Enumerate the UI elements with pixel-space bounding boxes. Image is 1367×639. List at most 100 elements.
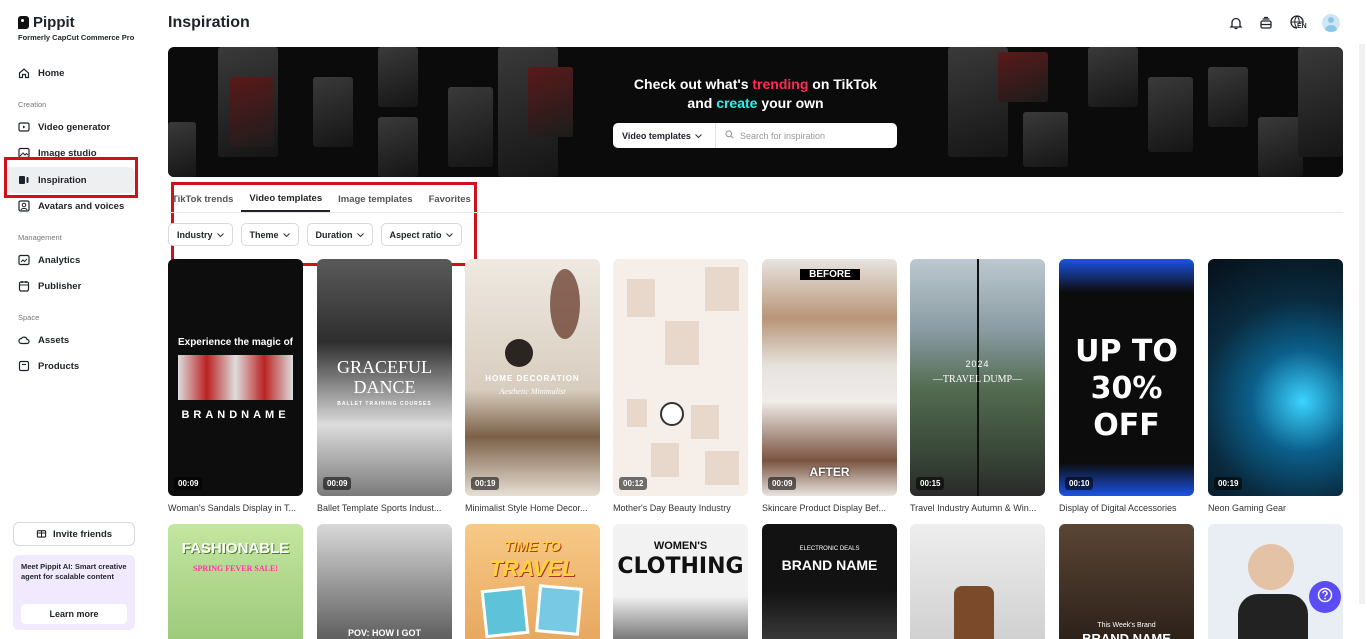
sidebar-item-label: Video generator (38, 121, 111, 133)
template-thumbnail: FASHIONABLE SPRING FEVER SALE! (168, 524, 303, 639)
template-card[interactable]: UP TO 30% OFF 00:10 Display of Digital A… (1059, 259, 1194, 513)
page-scrollbar[interactable] (1359, 44, 1365, 604)
brand-logo[interactable]: Pippit (18, 14, 75, 31)
template-card[interactable]: TIME TO TRAVEL (465, 524, 600, 639)
sidebar-item-label: Products (38, 360, 80, 372)
thumbnail-subtitle: SPRING FEVER SALE! (193, 564, 278, 573)
template-thumbnail: ELECTRONIC DEALS BRAND NAME (762, 524, 897, 639)
sidebar-item-avatars[interactable]: Avatars and voices (4, 193, 135, 219)
template-caption: Woman's Sandals Display in T... (168, 503, 296, 513)
filter-theme[interactable]: Theme (240, 223, 299, 246)
help-icon (1317, 587, 1333, 608)
template-card[interactable]: 2024 —TRAVEL DUMP— 00:15 Travel Industry… (910, 259, 1045, 513)
sidebar-item-publisher[interactable]: Publisher (4, 273, 135, 299)
thumbnail-subtitle: —TRAVEL DUMP— (932, 374, 1023, 385)
template-card[interactable]: 00:12 Mother's Day Beauty Industry (613, 259, 748, 513)
tab-video-templates[interactable]: Video templates (241, 186, 331, 212)
invite-friends-button[interactable]: Invite friends (13, 522, 135, 546)
user-avatar[interactable] (1322, 14, 1340, 32)
home-icon (18, 67, 30, 79)
duration-badge: 00:19 (1214, 477, 1243, 490)
sidebar-item-video-generator[interactable]: Video generator (4, 114, 135, 140)
template-card[interactable]: ELECTRONIC DEALS BRAND NAME (762, 524, 897, 639)
thumbnail-title: Experience the magic of (177, 337, 294, 348)
template-thumbnail: 00:12 (613, 259, 748, 496)
sidebar-item-label: Image studio (38, 147, 97, 159)
template-card[interactable]: 00:19 Neon Gaming Gear (1208, 259, 1343, 513)
headline-text: Check out what's (633, 76, 753, 92)
language-globe-icon[interactable]: EN (1288, 15, 1308, 31)
template-thumbnail: WOMEN'S CLOTHING (613, 524, 748, 639)
filter-duration[interactable]: Duration (306, 223, 373, 246)
section-label-space: Space (18, 313, 40, 322)
tab-tiktok-trends[interactable]: TikTok trends (168, 186, 241, 212)
template-caption: Minimalist Style Home Decor... (465, 503, 588, 513)
filter-aspect-ratio[interactable]: Aspect ratio (380, 223, 462, 246)
sidebar-item-label: Publisher (38, 280, 82, 292)
inbox-icon[interactable] (1258, 15, 1274, 31)
sidebar-item-analytics[interactable]: Analytics (4, 247, 135, 273)
section-label-management: Management (18, 233, 62, 242)
headline-text-3: and (687, 95, 717, 111)
template-card[interactable]: GRACEFUL DANCE BALLET TRAINING COURSES 0… (317, 259, 452, 513)
template-card[interactable]: BEFORE AFTER 00:09 Skincare Product Disp… (762, 259, 897, 513)
analytics-icon (18, 254, 30, 266)
headline-text-4: your own (757, 95, 824, 111)
template-caption: Neon Gaming Gear (1208, 503, 1287, 513)
learn-more-button[interactable]: Learn more (21, 604, 127, 624)
template-card[interactable]: FASHIONABLE SPRING FEVER SALE! (168, 524, 303, 639)
sidebar-item-label: Assets (38, 334, 70, 346)
sidebar-item-label: Analytics (38, 254, 81, 266)
thumbnail-subtitle: Aesthetic Minimalist (499, 387, 566, 396)
template-thumbnail: POV: HOW I GOT (317, 524, 452, 639)
sidebar-item-inspiration[interactable]: Inspiration (4, 167, 135, 193)
thumbnail-subtitle: TRAVEL (489, 556, 576, 581)
sidebar-item-assets[interactable]: Assets (4, 327, 135, 353)
filter-industry[interactable]: Industry (168, 223, 233, 246)
thumbnail-subtitle: BRAND NAME (781, 557, 878, 573)
duration-badge: 00:12 (619, 477, 648, 490)
template-thumbnail: HOME DECORATION Aesthetic Minimalist 00:… (465, 259, 600, 496)
duration-badge: 00:19 (471, 477, 500, 490)
template-thumbnail: BEFORE AFTER 00:09 (762, 259, 897, 496)
template-thumbnail: Experience the magic of BRANDNAME 00:09 (168, 259, 303, 496)
duration-badge: 00:09 (174, 477, 203, 490)
tab-image-templates[interactable]: Image templates (330, 186, 420, 212)
inspiration-banner: Check out what's trending on TikTok and … (168, 47, 1343, 177)
sidebar-item-image-studio[interactable]: Image studio (4, 140, 135, 166)
brand-name: Pippit (33, 14, 75, 31)
image-icon (18, 147, 30, 159)
thumbnail-title: WOMEN'S (653, 540, 708, 552)
template-card[interactable] (910, 524, 1045, 639)
template-thumbnail: UP TO 30% OFF 00:10 (1059, 259, 1194, 496)
sidebar-item-home[interactable]: Home (4, 60, 135, 86)
thumbnail-subtitle: BRANDNAME (181, 409, 290, 421)
template-card[interactable]: Experience the magic of BRANDNAME 00:09 … (168, 259, 303, 513)
bell-icon[interactable] (1228, 15, 1244, 31)
tab-favorites[interactable]: Favorites (421, 186, 479, 212)
headline-trending: trending (752, 76, 809, 92)
invite-label: Invite friends (52, 528, 113, 540)
brand-subtitle: Formerly CapCut Commerce Pro (18, 33, 135, 42)
help-button[interactable] (1309, 581, 1341, 613)
template-card[interactable]: This Week's Brand BRAND NAME (1059, 524, 1194, 639)
template-thumbnail: This Week's Brand BRAND NAME (1059, 524, 1194, 639)
thumbnail-subtitle: CLOTHING (617, 554, 744, 579)
sidebar: Pippit Formerly CapCut Commerce Pro Home… (0, 0, 151, 639)
template-tabs: TikTok trends Video templates Image temp… (168, 186, 479, 213)
filter-label: Theme (249, 229, 279, 240)
template-type-select[interactable]: Video templates (613, 123, 716, 148)
search-input[interactable]: Search for inspiration (716, 130, 897, 141)
thumbnail-title: FASHIONABLE (181, 540, 290, 557)
tab-divider (168, 212, 1343, 213)
template-card[interactable]: POV: HOW I GOT (317, 524, 452, 639)
thumbnail-subtitle: BRAND NAME (1082, 631, 1171, 639)
sidebar-item-label: Inspiration (38, 174, 87, 186)
template-card[interactable]: WOMEN'S CLOTHING (613, 524, 748, 639)
template-thumbnail: 00:19 (1208, 259, 1343, 496)
template-caption: Skincare Product Display Bef... (762, 503, 887, 513)
cloud-icon (18, 334, 30, 346)
template-card[interactable]: HOME DECORATION Aesthetic Minimalist 00:… (465, 259, 600, 513)
template-thumbnail: TIME TO TRAVEL (465, 524, 600, 639)
sidebar-item-products[interactable]: Products (4, 353, 135, 379)
